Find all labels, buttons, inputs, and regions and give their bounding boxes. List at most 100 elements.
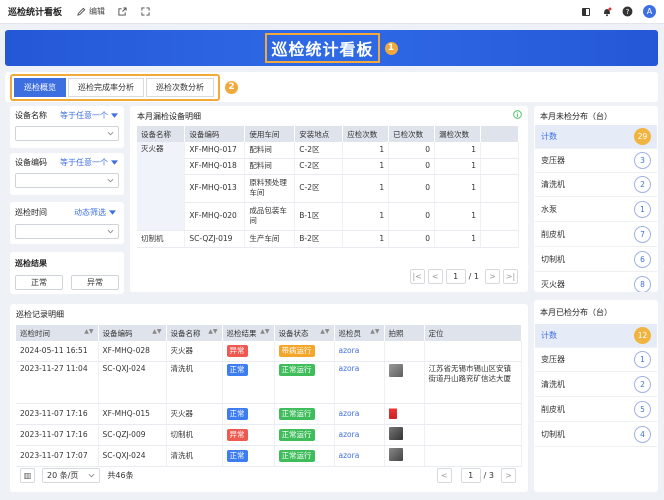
- table-row[interactable]: 2023-11-07 17:16 SC-QZJ-009 切制机 异常 正常运行 …: [16, 424, 522, 446]
- next-page-button[interactable]: >: [501, 468, 516, 483]
- col-header[interactable]: 设备状态 ▲▼: [274, 325, 335, 341]
- table-row[interactable]: XF-MHQ-018 配料间 C-2区 1 0 1: [137, 158, 519, 175]
- table-row[interactable]: 2024-05-11 16:51 XF-MHQ-028 灭火器 异常 带病运行 …: [16, 341, 522, 362]
- cell: [480, 158, 519, 175]
- cell: 2023-11-07 17:07: [16, 445, 99, 467]
- table-row[interactable]: 2023-11-07 17:07 SC-QXJ-024 清洗机 正常 正常运行 …: [16, 445, 522, 467]
- col-header[interactable]: 已检次数: [388, 126, 436, 142]
- cell: 0: [388, 142, 436, 159]
- avatar[interactable]: A: [643, 5, 656, 18]
- chevron-down-icon: [107, 130, 114, 139]
- dist-row[interactable]: 切制机 6: [535, 248, 657, 272]
- cell: 正常: [222, 361, 275, 404]
- col-header[interactable]: 巡检时间 ▲▼: [16, 325, 99, 341]
- dist-row[interactable]: 灭火器 8: [535, 273, 657, 292]
- dist-row-count[interactable]: 计数 29: [535, 125, 657, 149]
- dist-row-count[interactable]: 计数 12: [535, 324, 657, 348]
- col-header[interactable]: 安装地点: [294, 126, 344, 142]
- dist-row[interactable]: 水泵 1: [535, 198, 657, 222]
- page-total: / 3: [483, 471, 494, 480]
- photo-thumbnail[interactable]: [388, 405, 397, 419]
- col-header[interactable]: 漏检次数: [434, 126, 482, 142]
- inspector-link[interactable]: azora: [339, 451, 360, 460]
- cell: 切制机: [166, 424, 223, 446]
- last-page-button[interactable]: >|: [503, 269, 518, 284]
- inspector-link[interactable]: azora: [339, 409, 360, 418]
- prev-page-button[interactable]: <: [436, 468, 452, 483]
- dashboard-banner: 巡检统计看板 1: [5, 30, 658, 66]
- dist-row[interactable]: 削皮机 5: [535, 398, 657, 422]
- table-row[interactable]: 切制机 SC-QZJ-019 生产车间 B-2区 1 0 1: [137, 230, 519, 248]
- tab-completion-rate[interactable]: 巡检完成率分析: [68, 77, 144, 97]
- cell: [480, 142, 519, 159]
- share-button[interactable]: [117, 6, 128, 17]
- missed-pagination: |< < 1 / 1 > >|: [409, 269, 518, 284]
- info-icon[interactable]: [513, 110, 522, 121]
- filter-operator[interactable]: 动态筛选: [74, 207, 116, 218]
- edit-button[interactable]: 编辑: [76, 6, 105, 17]
- col-header[interactable]: 定位: [424, 325, 522, 341]
- cell: [384, 361, 425, 404]
- dist-row[interactable]: 清洗机 2: [535, 173, 657, 197]
- table-row[interactable]: XF-MHQ-020 成品包装车间 B-1区 1 0 1: [137, 202, 519, 231]
- dist-row[interactable]: 削皮机 7: [535, 223, 657, 247]
- col-header[interactable]: 巡检结果 ▲▼: [222, 325, 275, 341]
- records-pagination: < 1 / 3 >: [436, 468, 516, 483]
- layout-icon[interactable]: [580, 6, 591, 17]
- table-row[interactable]: 灭火器 XF-MHQ-017 配料间 C-2区 1 0 1: [137, 142, 519, 231]
- photo-thumbnail[interactable]: [388, 426, 403, 440]
- tab-count-analysis[interactable]: 巡检次数分析: [146, 77, 214, 97]
- cell: 正常: [222, 445, 275, 467]
- col-header[interactable]: 设备编码: [184, 126, 246, 142]
- col-header[interactable]: 设备编码 ▲▼: [98, 325, 167, 341]
- photo-thumbnail[interactable]: [388, 363, 403, 377]
- dist-row[interactable]: 变压器 3: [535, 149, 657, 173]
- col-header[interactable]: 拍照: [384, 325, 425, 341]
- col-header[interactable]: 使用车间: [244, 126, 296, 142]
- tab-overview[interactable]: 巡检概览: [14, 77, 66, 97]
- table-row[interactable]: 2023-11-27 11:04 SC-QXJ-024 清洗机 正常 正常运行 …: [16, 361, 522, 404]
- dist-row[interactable]: 变压器 1: [535, 348, 657, 372]
- photo-thumbnail[interactable]: [388, 447, 403, 461]
- dist-row[interactable]: 切制机 4: [535, 423, 657, 447]
- unchecked-distribution-panel: 本月未检分布（台） 计数 29 变压器 3 清洗机 2 水泵 1 削皮机 7 切制机 6 灭…: [534, 106, 658, 292]
- columns-toggle-button[interactable]: ▥: [20, 468, 35, 483]
- device-code-select[interactable]: [15, 173, 119, 188]
- table-row[interactable]: 2023-11-07 17:16 XF-MHQ-015 灭火器 正常 正常运行 …: [16, 403, 522, 425]
- cell: [480, 174, 519, 203]
- bell-icon[interactable]: [601, 6, 612, 17]
- cell: [424, 403, 522, 425]
- col-header[interactable]: 设备名称: [137, 126, 186, 142]
- result-abnormal-button[interactable]: 异常: [71, 275, 119, 290]
- cell: 1: [434, 158, 482, 175]
- table-row[interactable]: XF-MHQ-013 原料预处理车间 C-2区 1 0 1: [137, 174, 519, 203]
- page-size-select[interactable]: 20 条/页: [42, 468, 101, 483]
- cell: XF-MHQ-018: [184, 158, 246, 175]
- col-header[interactable]: 应检次数: [342, 126, 390, 142]
- col-header[interactable]: 设备名称 ▲▼: [166, 325, 223, 341]
- next-page-button[interactable]: >: [485, 269, 500, 284]
- cell: 2023-11-27 11:04: [16, 361, 99, 404]
- filter-operator[interactable]: 等于任意一个: [60, 110, 118, 121]
- inspect-time-select[interactable]: [15, 224, 119, 239]
- inspector-link[interactable]: azora: [339, 346, 360, 355]
- dist-row[interactable]: 清洗机 2: [535, 373, 657, 397]
- page-input[interactable]: 1: [460, 468, 481, 483]
- page-input[interactable]: 1: [445, 269, 466, 284]
- cell: azora: [334, 445, 385, 467]
- status-tag: 正常运行: [278, 428, 315, 441]
- prev-page-button[interactable]: <: [427, 269, 443, 284]
- fullscreen-button[interactable]: [140, 6, 151, 17]
- cell: 2023-11-07 17:16: [16, 403, 99, 425]
- device-name-select[interactable]: [15, 126, 119, 141]
- help-icon[interactable]: ?: [622, 6, 633, 17]
- edit-label: 编辑: [89, 7, 106, 16]
- filter-operator[interactable]: 等于任意一个: [60, 157, 118, 168]
- col-header[interactable]: 巡检员 ▲▼: [334, 325, 385, 341]
- result-tag: 异常: [226, 344, 248, 357]
- first-page-button[interactable]: |<: [409, 269, 425, 284]
- chevron-down-icon: [107, 228, 114, 237]
- inspector-link[interactable]: azora: [339, 430, 360, 439]
- inspector-link[interactable]: azora: [339, 364, 360, 373]
- result-normal-button[interactable]: 正常: [15, 275, 63, 290]
